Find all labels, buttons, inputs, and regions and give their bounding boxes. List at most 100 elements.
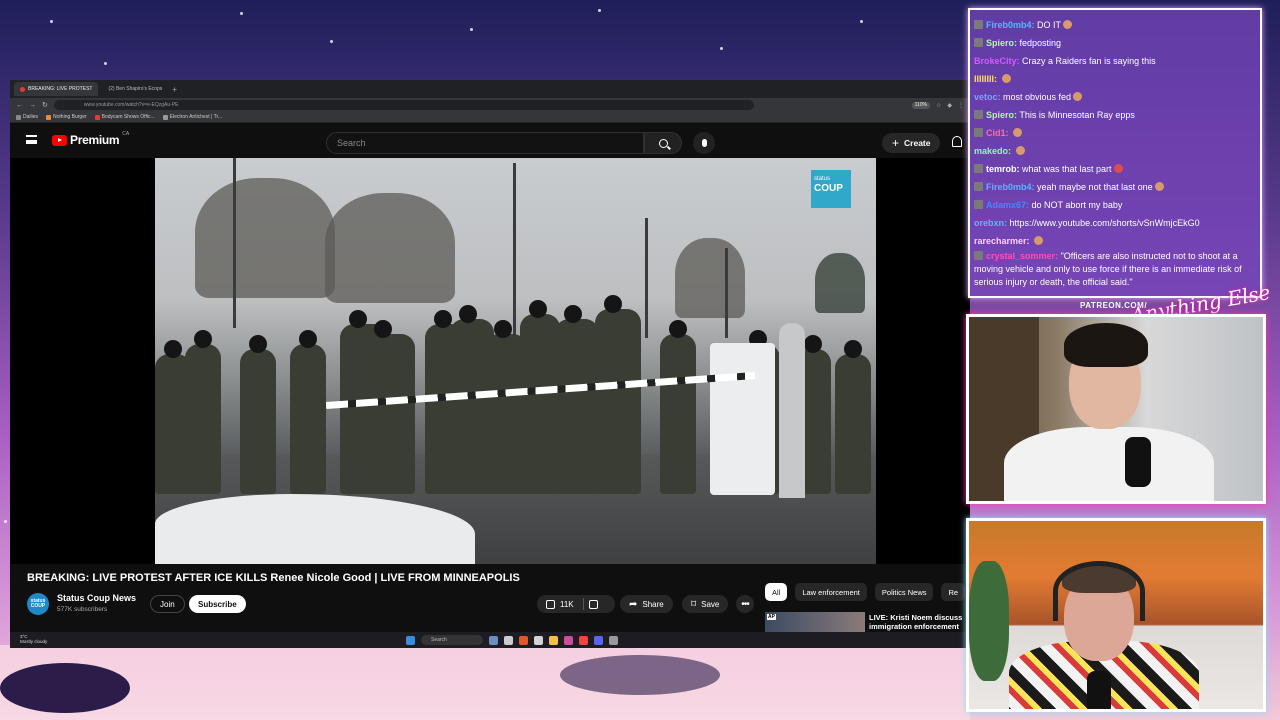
white-shirt [1004,427,1214,501]
logo-text: Premium [70,133,120,147]
chip-law-enforcement[interactable]: Law enforcement [795,583,867,601]
browser-tab[interactable]: (2) Ben Shapiro's Ecops [102,82,168,96]
video-player[interactable]: status COUP [155,158,876,564]
chat-message: Spiero: fedposting [974,34,1256,52]
chat-username[interactable]: Spiero: [986,38,1017,48]
channel-avatar[interactable]: status COUP [27,593,49,615]
reload-icon[interactable]: ↻ [42,101,48,109]
chat-text[interactable]: https://www.youtube.com/shorts/vSnWmjcEk… [1010,218,1200,228]
taskbar-search[interactable]: Search [421,635,483,645]
url-field[interactable]: www.youtube.com/watch?v=e-EQzgAu-PE [53,100,754,110]
bookmark-item[interactable]: Dailies [16,114,38,120]
chat-username[interactable]: BrokeCity: [974,56,1020,66]
weather-condition: Mostly cloudy [20,639,48,644]
star [720,47,723,50]
chat-message: makedo: [974,142,1256,160]
save-label: Save [701,599,720,609]
emote-icon [1001,74,1011,83]
browser-tab-active[interactable]: BREAKING: LIVE PROTEST [14,82,99,96]
officer [185,330,221,494]
chat-username[interactable]: Fireb0mb4: [986,182,1035,192]
chat-username[interactable]: makedo: [974,146,1011,156]
chip-all[interactable]: All [765,583,788,601]
recommended-video-title[interactable]: LIVE: Kristi Noem discuss immigration en… [869,613,969,631]
chat-username[interactable]: Cid1: [986,128,1009,138]
create-button[interactable]: + Create [882,133,941,153]
stream-chat: Fireb0mb4: DO IT Spiero: fedposting Brok… [968,8,1262,298]
zoom-badge[interactable]: 110% [911,101,930,109]
chat-username[interactable]: Fireb0mb4: [986,20,1035,30]
bookmark-item[interactable]: Nothing Burger [46,114,87,120]
bookmark-star-icon[interactable]: ☆ [936,102,941,109]
task-view-icon[interactable] [489,635,498,645]
bookmark-favicon-icon [94,114,100,120]
chat-username[interactable]: temrob: [986,164,1020,174]
officer [595,295,641,494]
chat-username[interactable]: Adamx67: [986,200,1029,210]
bookmark-item[interactable]: Bodycam Shows Offic... [94,114,155,120]
join-button[interactable]: Join [150,595,185,613]
discord-icon[interactable] [594,635,603,645]
chat-message: vetoc: most obvious fed [974,88,1256,106]
menu-dots-icon[interactable]: ⋮ [958,102,964,109]
decorative-floor [0,645,970,720]
chrome-icon[interactable] [579,635,588,645]
app-icon[interactable] [564,635,573,645]
search-button[interactable] [644,132,682,154]
emote-icon [1113,164,1123,173]
chat-message: Cid1: [974,124,1256,142]
channel-name[interactable]: Status Coup News [57,593,136,603]
user-badge-icon [974,20,983,29]
plant [969,561,1009,681]
weather-widget[interactable]: 3°C Mostly cloudy [20,634,47,644]
user-badge-icon [974,182,983,191]
video-title: BREAKING: LIVE PROTEST AFTER ICE KILLS R… [27,572,520,584]
bookmark-favicon-icon [162,114,168,120]
youtube-logo[interactable]: Premium CA [52,131,129,147]
file-icon[interactable] [504,635,513,645]
brave-browser-icon[interactable] [519,635,528,645]
share-button[interactable]: ➦ Share [620,595,673,613]
new-tab-icon[interactable]: + [172,85,177,94]
chat-username[interactable]: rarecharmer: [974,236,1030,246]
chat-username[interactable]: vetoc: [974,92,1001,102]
user-badge-icon [974,110,983,119]
chat-username[interactable]: Spiero: [986,110,1017,120]
chat-username[interactable]: orebxn: [974,218,1007,228]
voice-search-button[interactable] [693,132,715,154]
notifications-bell-icon[interactable] [952,136,962,147]
chat-text: what was that last part [1022,164,1112,174]
chat-message: crystal_sommer: "Officers are also instr… [974,250,1256,289]
bookmark-label: Bodycam Shows Offic... [101,114,155,120]
chip-more[interactable]: Re [941,583,966,601]
file-explorer-icon[interactable] [549,635,558,645]
chat-message: Spiero: This is Minnesotan Ray epps [974,106,1256,124]
decorative-shape [560,655,720,695]
back-icon[interactable]: ← [16,102,23,109]
chat-text: This is Minnesotan Ray epps [1019,110,1135,120]
recommended-video-thumbnail[interactable]: AP [765,612,865,632]
browser-window: BREAKING: LIVE PROTEST (2) Ben Shapiro's… [10,80,970,648]
chat-message: Fireb0mb4: DO IT [974,16,1256,34]
thumbs-down-icon[interactable] [588,599,598,609]
more-actions-button[interactable]: ••• [736,595,754,613]
thumbs-up-icon[interactable] [546,599,555,609]
search-input[interactable]: Search [326,132,644,154]
hamburger-menu-icon[interactable] [26,135,37,144]
chip-politics-news[interactable]: Politics News [874,583,934,601]
user-badge-icon [974,251,983,260]
like-count[interactable]: 11K [560,600,574,609]
user-badge-icon [974,164,983,173]
chat-username[interactable]: IIIIIIII: [974,74,997,84]
app-icon[interactable] [534,635,543,645]
bookmark-item[interactable]: Electron Antichest | Tr... [162,114,222,120]
save-button[interactable]: ⌑ Save [682,595,729,613]
bookmark-favicon-icon [46,114,52,120]
chat-username[interactable]: crystal_sommer: [986,251,1058,261]
windows-start-icon[interactable] [406,635,415,645]
subscribe-button[interactable]: Subscribe [189,595,246,613]
settings-gear-icon[interactable] [609,635,618,645]
forward-icon[interactable]: → [29,102,36,109]
extensions-icon[interactable]: ◆ [947,102,952,109]
subscriber-count: 577K subscribers [57,606,108,613]
